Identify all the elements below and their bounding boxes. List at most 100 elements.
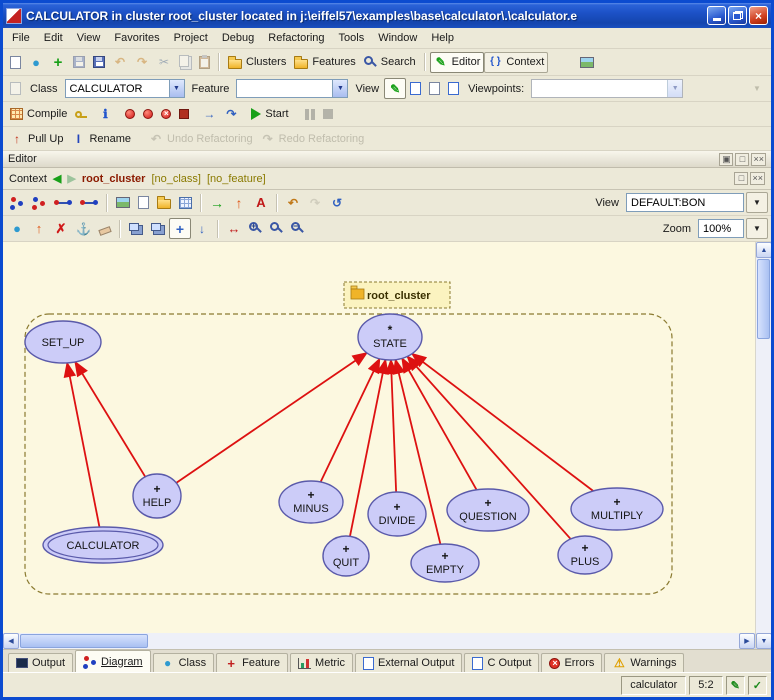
close-icon[interactable]: ×× <box>751 153 766 166</box>
diagram-node-help[interactable]: +HELP <box>133 474 181 518</box>
menu-window[interactable]: Window <box>371 30 424 46</box>
tab-c-output[interactable]: C Output <box>464 653 539 672</box>
context-button[interactable]: { }Context <box>484 52 548 73</box>
maximize-icon[interactable]: □ <box>735 153 749 166</box>
print-diagram-icon[interactable] <box>134 192 153 213</box>
zoom-dropdown-icon[interactable]: ▼ <box>746 218 768 239</box>
minimize-button[interactable] <box>707 6 726 25</box>
menu-view[interactable]: View <box>70 30 108 46</box>
title-bar[interactable]: CALCULATOR in cluster root_cluster locat… <box>3 3 771 28</box>
diagram-node-plus[interactable]: +PLUS <box>558 536 612 574</box>
vertical-scroll-thumb[interactable] <box>757 259 770 339</box>
horizontal-scrollbar[interactable]: ◀ ▶ <box>3 633 755 649</box>
diagram-edge-MINUS-STATE[interactable] <box>321 359 380 482</box>
menu-favorites[interactable]: Favorites <box>107 30 166 46</box>
horizontal-scroll-track[interactable] <box>19 633 739 649</box>
compile-button[interactable]: Compile <box>6 104 71 125</box>
zoom-combo[interactable]: 100% <box>698 219 744 238</box>
center-diagram-icon[interactable]: + <box>169 218 191 239</box>
feature-combo[interactable]: ▼ <box>236 79 348 98</box>
freeze-icon[interactable] <box>71 104 94 125</box>
rename-button[interactable]: IRename <box>67 128 135 149</box>
scroll-up-icon[interactable]: ▲ <box>756 242 772 258</box>
zoom-in-icon[interactable] <box>245 218 266 239</box>
vertical-scroll-track[interactable] <box>756 258 771 633</box>
force-layout-icon[interactable] <box>175 192 196 213</box>
diagram-node-minus[interactable]: +MINUS <box>279 481 343 523</box>
debug-run-ignore-icon[interactable] <box>139 104 157 125</box>
diagram-edge-HELP-STATE[interactable] <box>176 353 367 483</box>
maximize-icon[interactable]: □ <box>734 172 748 185</box>
step-over-icon[interactable]: ↷ <box>220 104 242 125</box>
scroll-down-icon[interactable]: ▼ <box>756 633 772 649</box>
external-editor-icon[interactable] <box>576 52 598 73</box>
diagram-edge-CALCULATOR-SET_UP[interactable] <box>67 363 99 527</box>
text-size-icon[interactable]: A <box>250 192 272 213</box>
search-button[interactable]: Search <box>360 52 420 73</box>
feature-combo-arrow-icon[interactable]: ▼ <box>332 80 347 97</box>
diagram-view-combo[interactable]: DEFAULT:BON <box>626 193 744 212</box>
close-button[interactable]: × <box>749 6 768 25</box>
zoom-out-icon[interactable] <box>287 218 308 239</box>
scroll-right-icon[interactable]: ▶ <box>739 633 755 649</box>
menu-help[interactable]: Help <box>424 30 461 46</box>
go-to-icon[interactable]: → <box>206 192 228 213</box>
class-relations-icon[interactable] <box>6 192 28 213</box>
diagram-undo-icon[interactable]: ↶ <box>282 192 304 213</box>
features-button[interactable]: Features <box>290 52 359 73</box>
diagram-node-quit[interactable]: +QUIT <box>323 536 369 576</box>
context-back-icon[interactable]: ◀ <box>53 172 61 185</box>
menu-file[interactable]: File <box>5 30 37 46</box>
diagram-edge-DIVIDE-STATE[interactable] <box>391 360 396 492</box>
diagram-view-dropdown-icon[interactable]: ▼ <box>746 192 768 213</box>
project-info-icon[interactable]: ℹ <box>94 104 116 125</box>
tab-metric[interactable]: Metric <box>290 653 353 672</box>
diagram-node-multiply[interactable]: +MULTIPLY <box>571 488 663 530</box>
save-all-icon[interactable] <box>89 52 109 73</box>
horizontal-scroll-thumb[interactable] <box>20 634 148 648</box>
eraser-icon[interactable] <box>95 218 115 239</box>
menu-refactoring[interactable]: Refactoring <box>261 30 331 46</box>
view-clients-icon[interactable] <box>425 78 444 99</box>
diagram-canvas[interactable]: root_clusterSET_UP*STATE+HELPCALCULATOR+… <box>3 242 755 633</box>
delete-item-icon[interactable]: ✗ <box>50 218 72 239</box>
new-cluster-icon[interactable] <box>153 192 175 213</box>
class-combo-arrow-icon[interactable]: ▼ <box>169 80 184 97</box>
tab-diagram[interactable]: Diagram <box>75 650 151 672</box>
anchor-icon[interactable]: ⚓ <box>72 218 95 239</box>
editor-button[interactable]: ✎Editor <box>430 52 485 73</box>
bring-to-front-icon[interactable] <box>125 218 147 239</box>
vertical-scrollbar[interactable]: ▲ ▼ <box>755 242 771 649</box>
send-to-back-icon[interactable] <box>147 218 169 239</box>
tab-external-output[interactable]: External Output <box>355 653 462 672</box>
new-document-icon[interactable] <box>6 52 25 73</box>
sort-items-icon[interactable]: ↓ <box>191 218 213 239</box>
diagram-node-calculator[interactable]: CALCULATOR <box>43 527 163 563</box>
open-icon[interactable]: ● <box>25 52 47 73</box>
diagram-node-empty[interactable]: +EMPTY <box>411 544 479 582</box>
view-suppliers-icon[interactable] <box>444 78 463 99</box>
clusters-button[interactable]: Clusters <box>224 52 290 73</box>
restore-button[interactable] <box>728 6 747 25</box>
add-project-item-icon[interactable]: + <box>47 52 69 73</box>
debug-clear-breakpoints-icon[interactable] <box>175 104 193 125</box>
diagram-node-question[interactable]: +QUESTION <box>447 489 529 531</box>
menu-tools[interactable]: Tools <box>332 30 372 46</box>
put-handle-icon[interactable]: ↑ <box>28 218 50 239</box>
class-combo[interactable]: CALCULATOR▼ <box>65 79 185 98</box>
history-up-icon[interactable]: ↑ <box>228 192 250 213</box>
view-flat-icon[interactable] <box>406 78 425 99</box>
debug-disable-stop-points-icon[interactable] <box>157 104 175 125</box>
inheritance-link-icon[interactable] <box>76 192 102 213</box>
scroll-left-icon[interactable]: ◀ <box>3 633 19 649</box>
debug-run-icon[interactable] <box>121 104 139 125</box>
tab-warnings[interactable]: ⚠Warnings <box>604 653 684 672</box>
step-into-icon[interactable]: → <box>198 104 220 125</box>
client-link-icon[interactable] <box>50 192 76 213</box>
refresh-diagram-icon[interactable]: ↺ <box>326 192 348 213</box>
close-icon[interactable]: ×× <box>750 172 765 185</box>
tab-output[interactable]: Output <box>8 653 73 672</box>
context-cluster-name[interactable]: root_cluster <box>82 173 146 185</box>
show-legend-icon[interactable]: ● <box>6 218 28 239</box>
menu-debug[interactable]: Debug <box>215 30 261 46</box>
